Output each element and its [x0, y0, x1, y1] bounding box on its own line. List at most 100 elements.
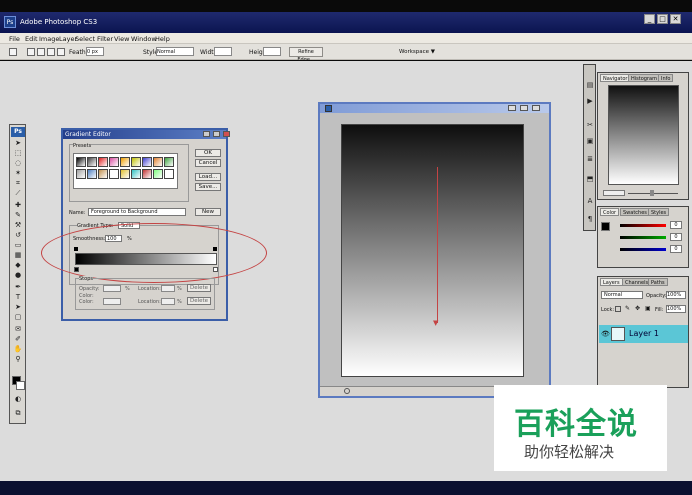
maximize-button[interactable]: □	[657, 14, 668, 24]
gradient-preset-swatch[interactable]	[76, 169, 86, 179]
dialog-maximize-icon[interactable]	[213, 131, 220, 137]
tab-navigator[interactable]: Navigator	[600, 74, 631, 82]
gradient-preset-swatch[interactable]	[120, 157, 130, 167]
scroll-left-icon[interactable]	[344, 388, 350, 394]
opacity-location-input[interactable]	[161, 285, 175, 292]
stop-opacity-input[interactable]	[103, 285, 121, 292]
blue-slider[interactable]	[620, 248, 666, 251]
clone-source-icon[interactable]: ⬒	[585, 175, 595, 184]
tool-presets-icon[interactable]: ▣	[585, 137, 595, 146]
dialog-close-icon[interactable]	[223, 131, 230, 137]
gradient-preset-swatch[interactable]	[87, 157, 97, 167]
navigator-zoom-input[interactable]	[603, 190, 625, 196]
screen-mode-icon[interactable]: ⧉	[13, 409, 23, 418]
tab-layers[interactable]: Layers	[600, 278, 623, 286]
close-button[interactable]: ✕	[670, 14, 681, 24]
menu-select[interactable]: Select	[75, 35, 95, 43]
layer-comps-icon[interactable]: ≣	[585, 155, 595, 164]
doc-close-icon[interactable]	[532, 105, 540, 111]
doc-maximize-icon[interactable]	[520, 105, 528, 111]
path-selection-icon[interactable]: ➤	[13, 303, 23, 312]
green-value-input[interactable]: 0	[670, 233, 682, 241]
slice-tool-icon[interactable]: ⟋	[13, 189, 23, 198]
opacity-delete-button[interactable]: Delete	[187, 284, 211, 292]
gradient-preset-swatch[interactable]	[98, 169, 108, 179]
new-button[interactable]: New	[195, 208, 221, 216]
blue-value-input[interactable]: 0	[670, 245, 682, 253]
shape-tool-icon[interactable]: ▢	[13, 313, 23, 322]
gradient-preset-swatch[interactable]	[109, 169, 119, 179]
menu-image[interactable]: Image	[39, 35, 59, 43]
gradient-preset-swatch[interactable]	[120, 169, 130, 179]
gradient-preset-swatch[interactable]	[131, 169, 141, 179]
color-location-input[interactable]	[161, 298, 175, 305]
move-tool-icon[interactable]: ➤	[13, 139, 23, 148]
green-slider[interactable]	[620, 236, 666, 239]
tab-paths[interactable]: Paths	[648, 278, 668, 286]
gradient-tool-icon[interactable]: ▦	[13, 251, 23, 260]
gradient-preset-swatch[interactable]	[131, 157, 141, 167]
ok-button[interactable]: OK	[195, 149, 221, 157]
layer-opacity-input[interactable]: 100%	[666, 291, 686, 299]
tab-info[interactable]: Info	[658, 74, 674, 82]
marquee-tool-icon[interactable]: ⬚	[13, 149, 23, 158]
intersect-selection-icon[interactable]	[57, 48, 65, 56]
add-selection-icon[interactable]	[37, 48, 45, 56]
new-selection-icon[interactable]	[27, 48, 35, 56]
marquee-tool-icon[interactable]	[9, 48, 17, 56]
actions-panel-icon[interactable]: ▶	[585, 97, 595, 106]
brushes-panel-icon[interactable]: ✂	[585, 121, 595, 130]
background-color-swatch[interactable]	[16, 381, 25, 390]
brush-tool-icon[interactable]: ✎	[13, 211, 23, 220]
pen-tool-icon[interactable]: ✒	[13, 283, 23, 292]
gradient-preset-swatch[interactable]	[87, 169, 97, 179]
paragraph-panel-icon[interactable]: ¶	[585, 215, 595, 224]
tab-histogram[interactable]: Histogram	[628, 74, 660, 82]
notes-tool-icon[interactable]: ✉	[13, 325, 23, 334]
tab-styles[interactable]: Styles	[648, 208, 670, 216]
stop-color-swatch[interactable]	[103, 298, 121, 305]
navigator-preview[interactable]	[608, 85, 679, 185]
eraser-tool-icon[interactable]: ▭	[13, 241, 23, 250]
dodge-tool-icon[interactable]: ●	[13, 271, 23, 280]
lock-all-icon[interactable]: ▣	[645, 305, 651, 312]
red-value-input[interactable]: 0	[670, 221, 682, 229]
color-foreground-swatch[interactable]	[601, 222, 610, 231]
character-panel-icon[interactable]: A	[585, 197, 595, 206]
feather-input[interactable]: 0 px	[86, 47, 104, 56]
healing-brush-icon[interactable]: ✚	[13, 201, 23, 210]
menu-filter[interactable]: Filter	[97, 35, 113, 43]
history-panel-icon[interactable]: ▤	[585, 81, 595, 90]
fill-input[interactable]: 100%	[666, 305, 686, 313]
color-delete-button[interactable]: Delete	[187, 297, 211, 305]
save-button[interactable]: Save...	[195, 183, 221, 191]
dialog-minimize-icon[interactable]	[203, 131, 210, 137]
tab-swatches[interactable]: Swatches	[620, 208, 650, 216]
menu-window[interactable]: Window	[131, 35, 157, 43]
workspace-menu[interactable]: Workspace ▼	[399, 49, 435, 55]
blend-mode-select[interactable]: Normal	[601, 291, 643, 299]
width-input[interactable]	[214, 47, 232, 56]
layer-row-selected[interactable]: 👁 Layer 1	[599, 325, 688, 343]
eyedropper-icon[interactable]: ✐	[13, 335, 23, 344]
crop-tool-icon[interactable]: ⌗	[13, 179, 23, 188]
menu-view[interactable]: View	[114, 35, 129, 43]
tab-color[interactable]: Color	[600, 208, 620, 216]
cancel-button[interactable]: Cancel	[195, 159, 221, 167]
layer-visibility-eye-icon[interactable]: 👁	[601, 330, 610, 338]
gradient-preset-swatch[interactable]	[153, 157, 163, 167]
gradient-preset-swatch[interactable]	[76, 157, 86, 167]
layer-name[interactable]: Layer 1	[629, 329, 659, 338]
lasso-tool-icon[interactable]: ◌	[13, 159, 23, 168]
gradient-preset-swatch[interactable]	[109, 157, 119, 167]
subtract-selection-icon[interactable]	[47, 48, 55, 56]
gradient-preset-swatch[interactable]	[153, 169, 163, 179]
minimize-button[interactable]: _	[644, 14, 655, 24]
clone-stamp-icon[interactable]: ⚒	[13, 221, 23, 230]
lock-transparency-icon[interactable]	[615, 306, 621, 312]
refine-edge-button[interactable]: Refine Edge...	[289, 47, 323, 63]
history-brush-icon[interactable]: ↺	[13, 231, 23, 240]
zoom-slider-thumb[interactable]	[650, 190, 654, 196]
magic-wand-icon[interactable]: ✶	[13, 169, 23, 178]
red-slider[interactable]	[620, 224, 666, 227]
